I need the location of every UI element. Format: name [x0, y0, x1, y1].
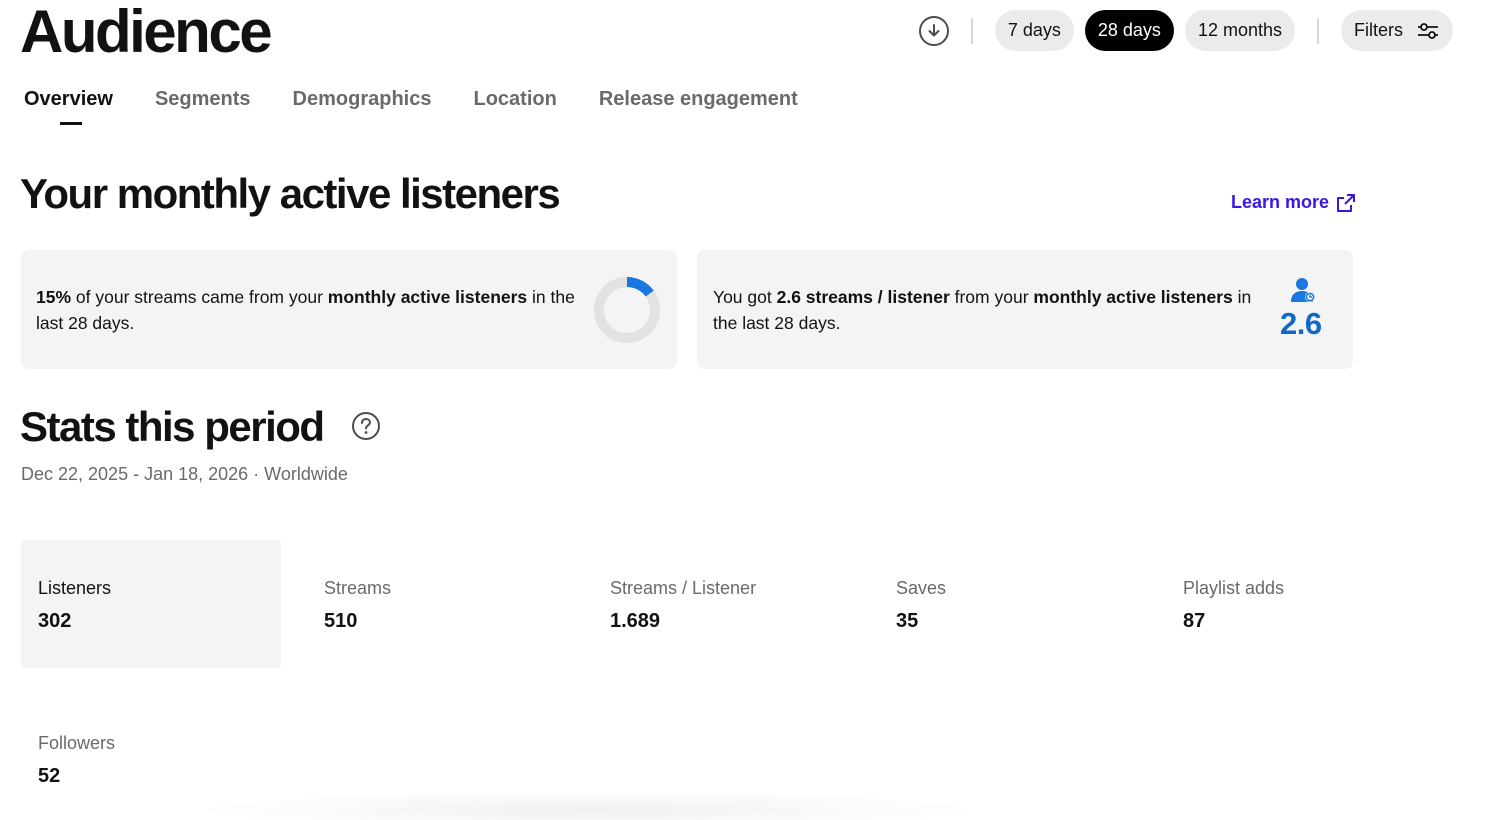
card-text-part: of your streams came from your: [71, 287, 328, 307]
range-7-days-button[interactable]: 7 days: [994, 10, 1074, 51]
stat-saves[interactable]: Saves 35: [879, 540, 1139, 668]
stat-label: Playlist adds: [1183, 578, 1285, 598]
streams-share-card: 15% of your streams came from your month…: [21, 250, 677, 369]
streams-share-text: 15% of your streams came from your month…: [36, 284, 576, 336]
tab-bar: Overview Segments Demographics Location …: [24, 86, 840, 125]
stat-label: Followers: [38, 733, 116, 753]
download-icon[interactable]: [918, 15, 949, 46]
help-icon[interactable]: [351, 411, 381, 441]
streams-per-listener-value: 2.6: [1280, 306, 1322, 341]
external-link-icon: [1336, 193, 1356, 213]
tab-release-engagement[interactable]: Release engagement: [599, 86, 798, 116]
stat-streams-per-listener[interactable]: Streams / Listener 1.689: [593, 540, 853, 668]
card-text-part: from your: [949, 287, 1034, 307]
stat-label: Listeners: [38, 578, 112, 598]
card-text-strong: monthly active listeners: [1033, 287, 1233, 307]
stat-value: 52: [38, 765, 61, 787]
toolbar: 7 days 28 days 12 months Filters: [918, 10, 1453, 51]
page-title: Audience: [20, 0, 273, 65]
stat-value: 35: [896, 610, 919, 632]
stat-streams[interactable]: Streams 510: [307, 540, 567, 668]
stats-period: Dec 22, 2025 - Jan 18, 2026 · Worldwide: [21, 464, 348, 484]
tab-location[interactable]: Location: [473, 86, 556, 116]
streams-per-listener-text: You got 2.6 streams / listener from your…: [713, 284, 1263, 336]
sliders-icon: [1417, 22, 1439, 40]
range-28-days-button[interactable]: 28 days: [1084, 10, 1174, 51]
listener-icon: [1291, 278, 1315, 302]
tab-demographics[interactable]: Demographics: [293, 86, 432, 116]
range-12-months-button[interactable]: 12 months: [1184, 10, 1295, 51]
card-text-part: You got: [713, 287, 777, 307]
monthly-active-listeners-title: Your monthly active listeners: [20, 170, 561, 217]
donut-arc: [626, 277, 654, 297]
bottom-fade: [190, 790, 990, 820]
stat-value: 302: [38, 610, 72, 632]
streams-per-listener-card: You got 2.6 streams / listener from your…: [697, 250, 1353, 369]
tab-overview[interactable]: Overview: [24, 86, 113, 125]
stat-value: 1.689: [610, 610, 661, 632]
filters-button[interactable]: Filters: [1341, 10, 1453, 51]
donut-chart-icon: [594, 277, 660, 343]
filters-label: Filters: [1354, 20, 1403, 40]
toolbar-divider: [1317, 17, 1319, 44]
stat-value: 510: [324, 610, 358, 632]
tab-segments[interactable]: Segments: [155, 86, 251, 116]
stat-playlist-adds[interactable]: Playlist adds 87: [1166, 540, 1426, 668]
toolbar-divider: [970, 17, 973, 44]
learn-more-label: Learn more: [1231, 192, 1330, 212]
card-text-strong: 2.6 streams / listener: [776, 287, 950, 307]
stat-listeners[interactable]: Listeners 302: [21, 540, 281, 668]
stat-label: Streams / Listener: [610, 578, 757, 598]
stat-value: 87: [1183, 610, 1206, 632]
learn-more-link[interactable]: Learn more: [1231, 192, 1356, 213]
streams-share-percent: 15%: [36, 287, 72, 307]
stats-title: Stats this period: [20, 403, 325, 450]
card-text-strong: monthly active listeners: [327, 287, 528, 307]
stat-label: Saves: [896, 578, 947, 598]
stat-label: Streams: [324, 578, 392, 598]
